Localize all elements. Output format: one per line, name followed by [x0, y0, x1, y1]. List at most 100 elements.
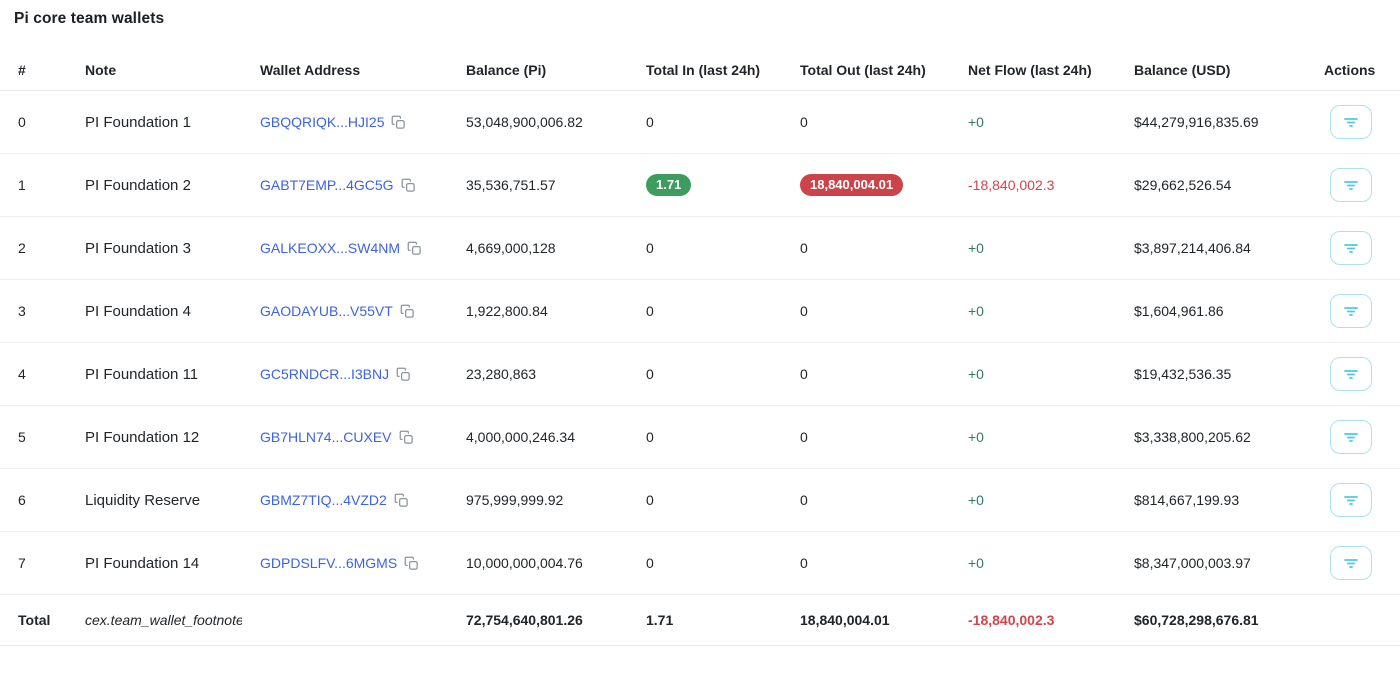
row-index-cell: 5 [0, 405, 67, 469]
net-flow-cell: +0 [950, 468, 1116, 532]
net-flow-cell: +0 [950, 531, 1116, 595]
row-index-cell: 2 [0, 216, 67, 280]
balance-usd-cell: $8,347,000,003.97 [1116, 531, 1306, 595]
table-row: 6 Liquidity Reserve GBMZ7TIQ...4VZD2 975,99… [0, 468, 1400, 532]
wallet-address-link[interactable]: GALKEOXX...SW4NM [260, 240, 400, 256]
wallet-address-cell: GDPDSLFV...6MGMS [242, 531, 448, 595]
table-row: 7 PI Foundation 14 GDPDSLFV...6MGMS 10,000,… [0, 531, 1400, 595]
net-flow-value: +0 [968, 555, 984, 571]
actions-cell [1306, 405, 1400, 469]
page: Pi core team wallets # Note Wallet Address… [0, 9, 1400, 646]
column-header-balance-pi: Balance (Pi) [448, 52, 628, 91]
wallet-address-link[interactable]: GBQQRIQK...HJI25 [260, 114, 384, 130]
copy-address-button[interactable] [407, 241, 422, 256]
row-index-cell: 1 [0, 153, 67, 217]
table-row: 2 PI Foundation 3 GALKEOXX...SW4NM 4,669,00… [0, 216, 1400, 280]
row-actions-button[interactable] [1330, 546, 1372, 580]
balance-pi-cell: 23,280,863 [448, 342, 628, 406]
filter-lines-icon [1343, 556, 1359, 570]
total-in-cell: 0 [628, 342, 782, 406]
balance-pi-cell: 10,000,000,004.76 [448, 531, 628, 595]
table-row: 3 PI Foundation 4 GAODAYUB...V55VT 1,922,80… [0, 279, 1400, 343]
row-actions-button[interactable] [1330, 105, 1372, 139]
wallet-address-link[interactable]: GAODAYUB...V55VT [260, 303, 393, 319]
total-in-cell: 0 [628, 216, 782, 280]
wallets-table: # Note Wallet Address Balance (Pi) Total In … [0, 52, 1400, 646]
wallet-address-cell: GBQQRIQK...HJI25 [242, 90, 448, 154]
copy-icon [404, 556, 419, 574]
wallet-address-cell: GB7HLN74...CUXEV [242, 405, 448, 469]
copy-icon [396, 367, 411, 385]
wallet-address-link[interactable]: GDPDSLFV...6MGMS [260, 555, 397, 571]
filter-lines-icon [1343, 241, 1359, 255]
balance-usd-cell: $19,432,536.35 [1116, 342, 1306, 406]
balance-usd-cell: $814,667,199.93 [1116, 468, 1306, 532]
copy-address-button[interactable] [399, 430, 414, 445]
filter-lines-icon [1343, 178, 1359, 192]
column-header-net-flow: Net Flow (last 24h) [950, 52, 1116, 91]
row-actions-button[interactable] [1330, 420, 1372, 454]
actions-cell [1306, 342, 1400, 406]
row-index-cell: 7 [0, 531, 67, 595]
table-row: 0 PI Foundation 1 GBQQRIQK...HJI25 53,048,9… [0, 90, 1400, 154]
column-header-wallet-address: Wallet Address [242, 52, 448, 91]
row-actions-button[interactable] [1330, 168, 1372, 202]
total-out-cell: 0 [782, 90, 950, 154]
balance-pi-cell: 53,048,900,006.82 [448, 90, 628, 154]
total-out-cell: 0 [782, 279, 950, 343]
note-cell: PI Foundation 3 [67, 216, 242, 280]
copy-address-button[interactable] [401, 178, 416, 193]
total-balance-pi: 72,754,640,801.26 [448, 594, 628, 646]
balance-usd-cell: $3,897,214,406.84 [1116, 216, 1306, 280]
row-actions-button[interactable] [1330, 357, 1372, 391]
note-cell: PI Foundation 2 [67, 153, 242, 217]
column-header-actions: Actions [1306, 52, 1400, 91]
column-header-index: # [0, 52, 67, 91]
copy-address-button[interactable] [404, 556, 419, 571]
table-row: 1 PI Foundation 2 GABT7EMP...4GC5G 35,536,7… [0, 153, 1400, 217]
row-actions-button[interactable] [1330, 483, 1372, 517]
note-cell: PI Foundation 12 [67, 405, 242, 469]
total-label: Total [0, 594, 67, 646]
row-actions-button[interactable] [1330, 294, 1372, 328]
copy-icon [399, 430, 414, 448]
total-in-badge: 1.71 [646, 173, 692, 197]
copy-address-button[interactable] [394, 493, 409, 508]
total-balance-usd: $60,728,298,676.81 [1116, 594, 1306, 646]
wallet-address-link[interactable]: GB7HLN74...CUXEV [260, 429, 392, 445]
net-flow-cell: +0 [950, 342, 1116, 406]
copy-icon [394, 493, 409, 511]
row-actions-button[interactable] [1330, 231, 1372, 265]
wallet-address-cell: GALKEOXX...SW4NM [242, 216, 448, 280]
actions-cell [1306, 279, 1400, 343]
copy-address-button[interactable] [396, 367, 411, 382]
wallet-address-link[interactable]: GABT7EMP...4GC5G [260, 177, 394, 193]
wallet-address-link[interactable]: GBMZ7TIQ...4VZD2 [260, 492, 387, 508]
net-flow-value: +0 [968, 303, 984, 319]
column-header-note: Note [67, 52, 242, 91]
column-header-total-out: Total Out (last 24h) [782, 52, 950, 91]
total-net-flow: -18,840,002.3 [950, 594, 1116, 646]
filter-lines-icon [1343, 304, 1359, 318]
actions-cell [1306, 216, 1400, 280]
wallet-address-link[interactable]: GC5RNDCR...I3BNJ [260, 366, 389, 382]
wallet-address-cell: GAODAYUB...V55VT [242, 279, 448, 343]
net-flow-value: +0 [968, 240, 984, 256]
net-flow-cell: -18,840,002.3 [950, 153, 1116, 217]
balance-usd-cell: $44,279,916,835.69 [1116, 90, 1306, 154]
total-out-cell: 0 [782, 468, 950, 532]
table-row: 5 PI Foundation 12 GB7HLN74...CUXEV 4,000,0… [0, 405, 1400, 469]
total-footnote: cex.team_wallet_footnote [67, 594, 242, 646]
note-cell: PI Foundation 14 [67, 531, 242, 595]
net-flow-cell: +0 [950, 216, 1116, 280]
total-wallet-empty [242, 594, 448, 646]
row-index-cell: 4 [0, 342, 67, 406]
net-flow-cell: +0 [950, 405, 1116, 469]
total-in-value: 1.71 [628, 594, 782, 646]
copy-address-button[interactable] [391, 115, 406, 130]
copy-address-button[interactable] [400, 304, 415, 319]
copy-icon [401, 178, 416, 196]
note-cell: PI Foundation 4 [67, 279, 242, 343]
balance-usd-cell: $29,662,526.54 [1116, 153, 1306, 217]
wallet-address-cell: GABT7EMP...4GC5G [242, 153, 448, 217]
